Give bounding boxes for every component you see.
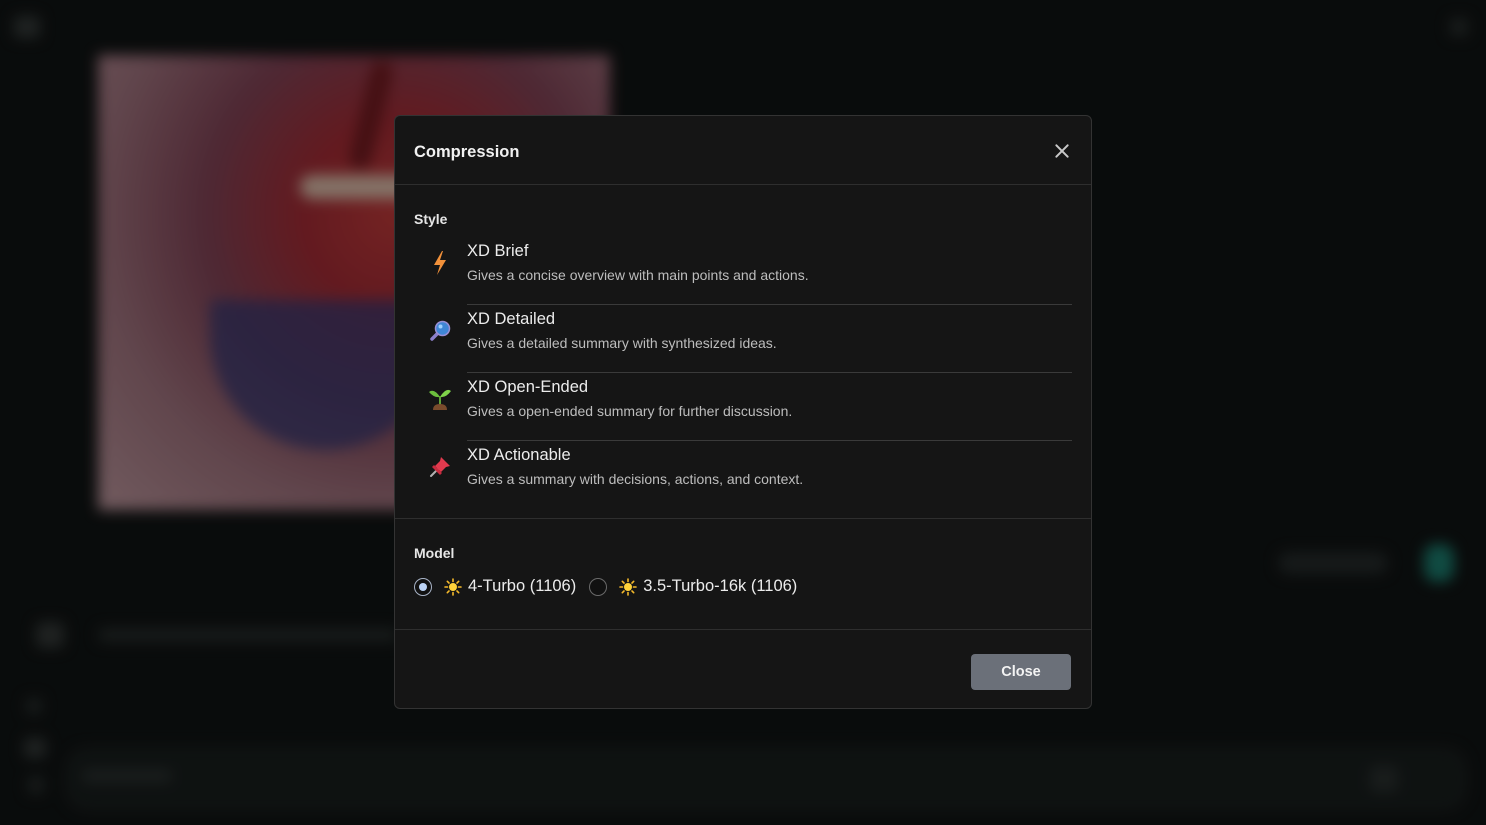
style-option-title: XD Actionable	[467, 446, 571, 464]
dialog-footer: Close	[395, 630, 1091, 708]
style-option-title: XD Open-Ended	[467, 378, 589, 396]
model-options: 4-Turbo (1106) 3.5-Turbo-16k (1106)	[414, 577, 810, 596]
model-option-4-turbo[interactable]: 4-Turbo (1106)	[414, 577, 576, 596]
magnifier-icon	[428, 318, 452, 344]
sun-icon	[619, 577, 638, 596]
model-radio-selected[interactable]	[414, 577, 432, 596]
pushpin-icon	[428, 454, 452, 480]
style-option-description: Gives a summary with decisions, actions,…	[467, 471, 804, 487]
style-option-detailed[interactable]: XD Detailed Gives a detailed summary wit…	[414, 305, 1072, 373]
model-option-3-5-turbo-16k[interactable]: 3.5-Turbo-16k (1106)	[589, 577, 797, 596]
close-button[interactable]: Close	[971, 654, 1071, 690]
style-option-description: Gives a open-ended summary for further d…	[467, 403, 793, 419]
model-section: Model 4-Turbo (1106) 3.5-Turbo-16k (1106…	[395, 519, 1091, 630]
close-icon[interactable]	[1051, 140, 1073, 162]
model-radio[interactable]	[589, 577, 608, 596]
style-option-title: XD Brief	[467, 242, 529, 260]
style-option-description: Gives a detailed summary with synthesize…	[467, 335, 777, 351]
dialog-title: Compression	[414, 143, 520, 161]
seedling-icon	[428, 386, 452, 412]
lightning-icon	[428, 250, 452, 276]
style-list: XD Brief Gives a concise overview with m…	[414, 237, 1072, 509]
sun-icon	[444, 577, 462, 596]
model-option-label: 3.5-Turbo-16k (1106)	[643, 577, 798, 595]
style-option-description: Gives a concise overview with main point…	[467, 267, 809, 283]
model-label: Model	[414, 545, 455, 561]
dialog-header: Compression	[395, 116, 1091, 185]
model-option-label: 4-Turbo (1106)	[468, 577, 577, 595]
style-option-actionable[interactable]: XD Actionable Gives a summary with decis…	[414, 441, 1072, 509]
style-option-brief[interactable]: XD Brief Gives a concise overview with m…	[414, 237, 1072, 305]
style-option-open-ended[interactable]: XD Open-Ended Gives a open-ended summary…	[414, 373, 1072, 441]
style-option-title: XD Detailed	[467, 310, 556, 328]
compression-dialog: Compression Style XD Brief Gives a conci…	[394, 115, 1092, 709]
style-label: Style	[414, 211, 448, 227]
style-section: Style XD Brief Gives a concise overview …	[395, 185, 1091, 519]
